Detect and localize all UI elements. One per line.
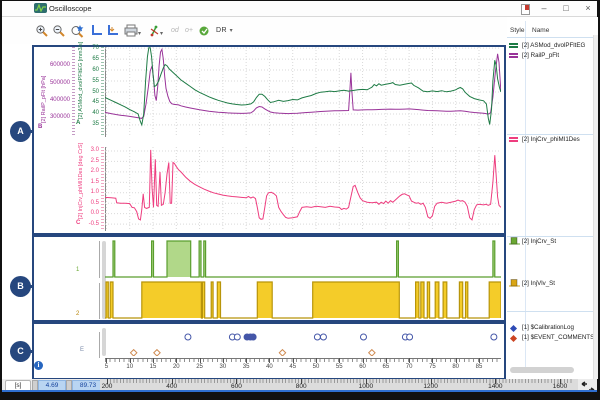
legend-item-label: [2] RailP_pFlt	[522, 52, 559, 59]
legend-item[interactable]: [1] $EVENT_COMMENTS	[509, 332, 594, 342]
signal-cursor-button[interactable]: ▾	[148, 24, 163, 39]
asmod-tick-strip	[101, 47, 104, 137]
legend-header-divider	[507, 37, 593, 38]
offset-plus-button: o+	[185, 27, 193, 34]
x-axis-minor-ticks	[105, 359, 501, 362]
track-e-label: E	[80, 347, 84, 353]
track-1-label: 1	[76, 267, 79, 273]
lines-style-icon	[509, 136, 522, 142]
chevron-down-icon: ▾	[230, 28, 234, 34]
lines-style-icon	[509, 52, 522, 58]
legend-item[interactable]: [2] RailP_pFlt	[509, 50, 559, 60]
axis-name-railp: [2] RailP_pFlt [hPa]	[41, 76, 47, 123]
axis-letter-c: C	[76, 220, 80, 226]
lines-style-icon	[509, 42, 522, 48]
legend-item[interactable]: [2] InjCrv_St	[509, 236, 556, 246]
axes-split-button[interactable]	[106, 24, 121, 39]
recorder-indicator-icon	[521, 4, 530, 15]
track-2-axis	[99, 283, 100, 319]
oscilloscope-window: Oscilloscope – □ × ▾ ▾ od o+ DR ▾ A B C	[2, 1, 597, 392]
legend-item-label: [1] $EVENT_COMMENTS	[522, 334, 594, 341]
title-bar: Oscilloscope – □ ×	[2, 1, 597, 17]
offset-d-button: od	[171, 27, 179, 34]
legend-section-divider-3	[507, 311, 593, 312]
zoom-region-button[interactable]	[70, 24, 85, 39]
legend-style-header: Style	[510, 27, 524, 34]
track-e-axis	[99, 332, 100, 358]
close-button[interactable]: ×	[580, 2, 596, 14]
info-icon[interactable]: i	[34, 361, 43, 370]
legend-panel: Style Name [2] ASMod_dvolPFltEG [2] RailP…	[507, 17, 598, 379]
ruler-minor-ticks	[107, 379, 572, 383]
axis-letter-a: A	[76, 120, 80, 126]
screen: Oscilloscope – □ × ▾ ▾ od o+ DR ▾ A B C	[0, 0, 600, 400]
svg-text:▾: ▾	[160, 31, 163, 37]
legend-name-header: Name	[532, 27, 549, 34]
axes-button[interactable]	[90, 24, 105, 39]
chart-a2-phimi1des	[105, 147, 501, 231]
legend-item-label: [2] InjCrv_St	[522, 238, 556, 245]
axis-name-phimi1des: [2] InjCrv_phiMI1Des [deg CrS]	[78, 143, 84, 219]
phimi1des-tick-strip	[101, 147, 104, 231]
sync-button[interactable]	[198, 24, 213, 39]
axis-letter-b: B	[38, 124, 42, 130]
step-style-icon	[509, 232, 522, 250]
chart-a1-pressure-flow	[105, 47, 501, 137]
zoom-out-button[interactable]	[52, 24, 67, 39]
railp-tick-strip	[72, 47, 75, 137]
legend-item[interactable]: [2] ASMod_dvolPFltEG	[509, 40, 585, 50]
window-bottom-border	[2, 390, 597, 392]
minimize-button[interactable]: –	[536, 2, 552, 14]
panel-a-badge[interactable]: A	[10, 121, 31, 142]
chart-b-step-signals	[105, 237, 501, 320]
chart-c-event-markers	[105, 324, 501, 356]
legend-item[interactable]: [2] InjCrv_phiMI1Des	[509, 134, 580, 144]
legend-item-label: [2] InjVlv_St	[522, 280, 555, 287]
legend-hscroll-thumb[interactable]	[510, 367, 574, 373]
app-icon	[34, 3, 47, 13]
maximize-button[interactable]: □	[558, 2, 574, 14]
panel-b-badge[interactable]: B	[10, 276, 31, 297]
track-1-axis	[99, 241, 100, 278]
legend-item-label: [2] ASMod_dvolPFltEG	[522, 42, 585, 49]
legend-item[interactable]: [2] InjVlv_St	[509, 278, 555, 288]
zoom-in-button[interactable]	[35, 24, 50, 39]
diamond-style-icon	[509, 328, 522, 346]
legend-item-label: [2] InjCrv_phiMI1Des	[522, 136, 580, 143]
legend-vscroll-track[interactable]	[593, 35, 598, 379]
svg-text:▾: ▾	[138, 31, 141, 37]
panel-c-badge[interactable]: C	[10, 341, 31, 362]
print-button[interactable]: ▾	[124, 24, 139, 39]
scroll-arrows[interactable]	[579, 380, 597, 398]
axis-name-asmod: [2] ASMod_dvolPFltEG [mm3/s]	[78, 42, 84, 119]
track-2-label: 2	[76, 311, 79, 317]
legend-column-divider	[525, 21, 526, 371]
window-title: Oscilloscope	[49, 4, 92, 13]
dr-menu-button[interactable]: DR ▾	[216, 27, 233, 34]
legend-item-label: [1] $CalibrationLog	[522, 324, 574, 331]
step-style-icon	[509, 274, 522, 292]
